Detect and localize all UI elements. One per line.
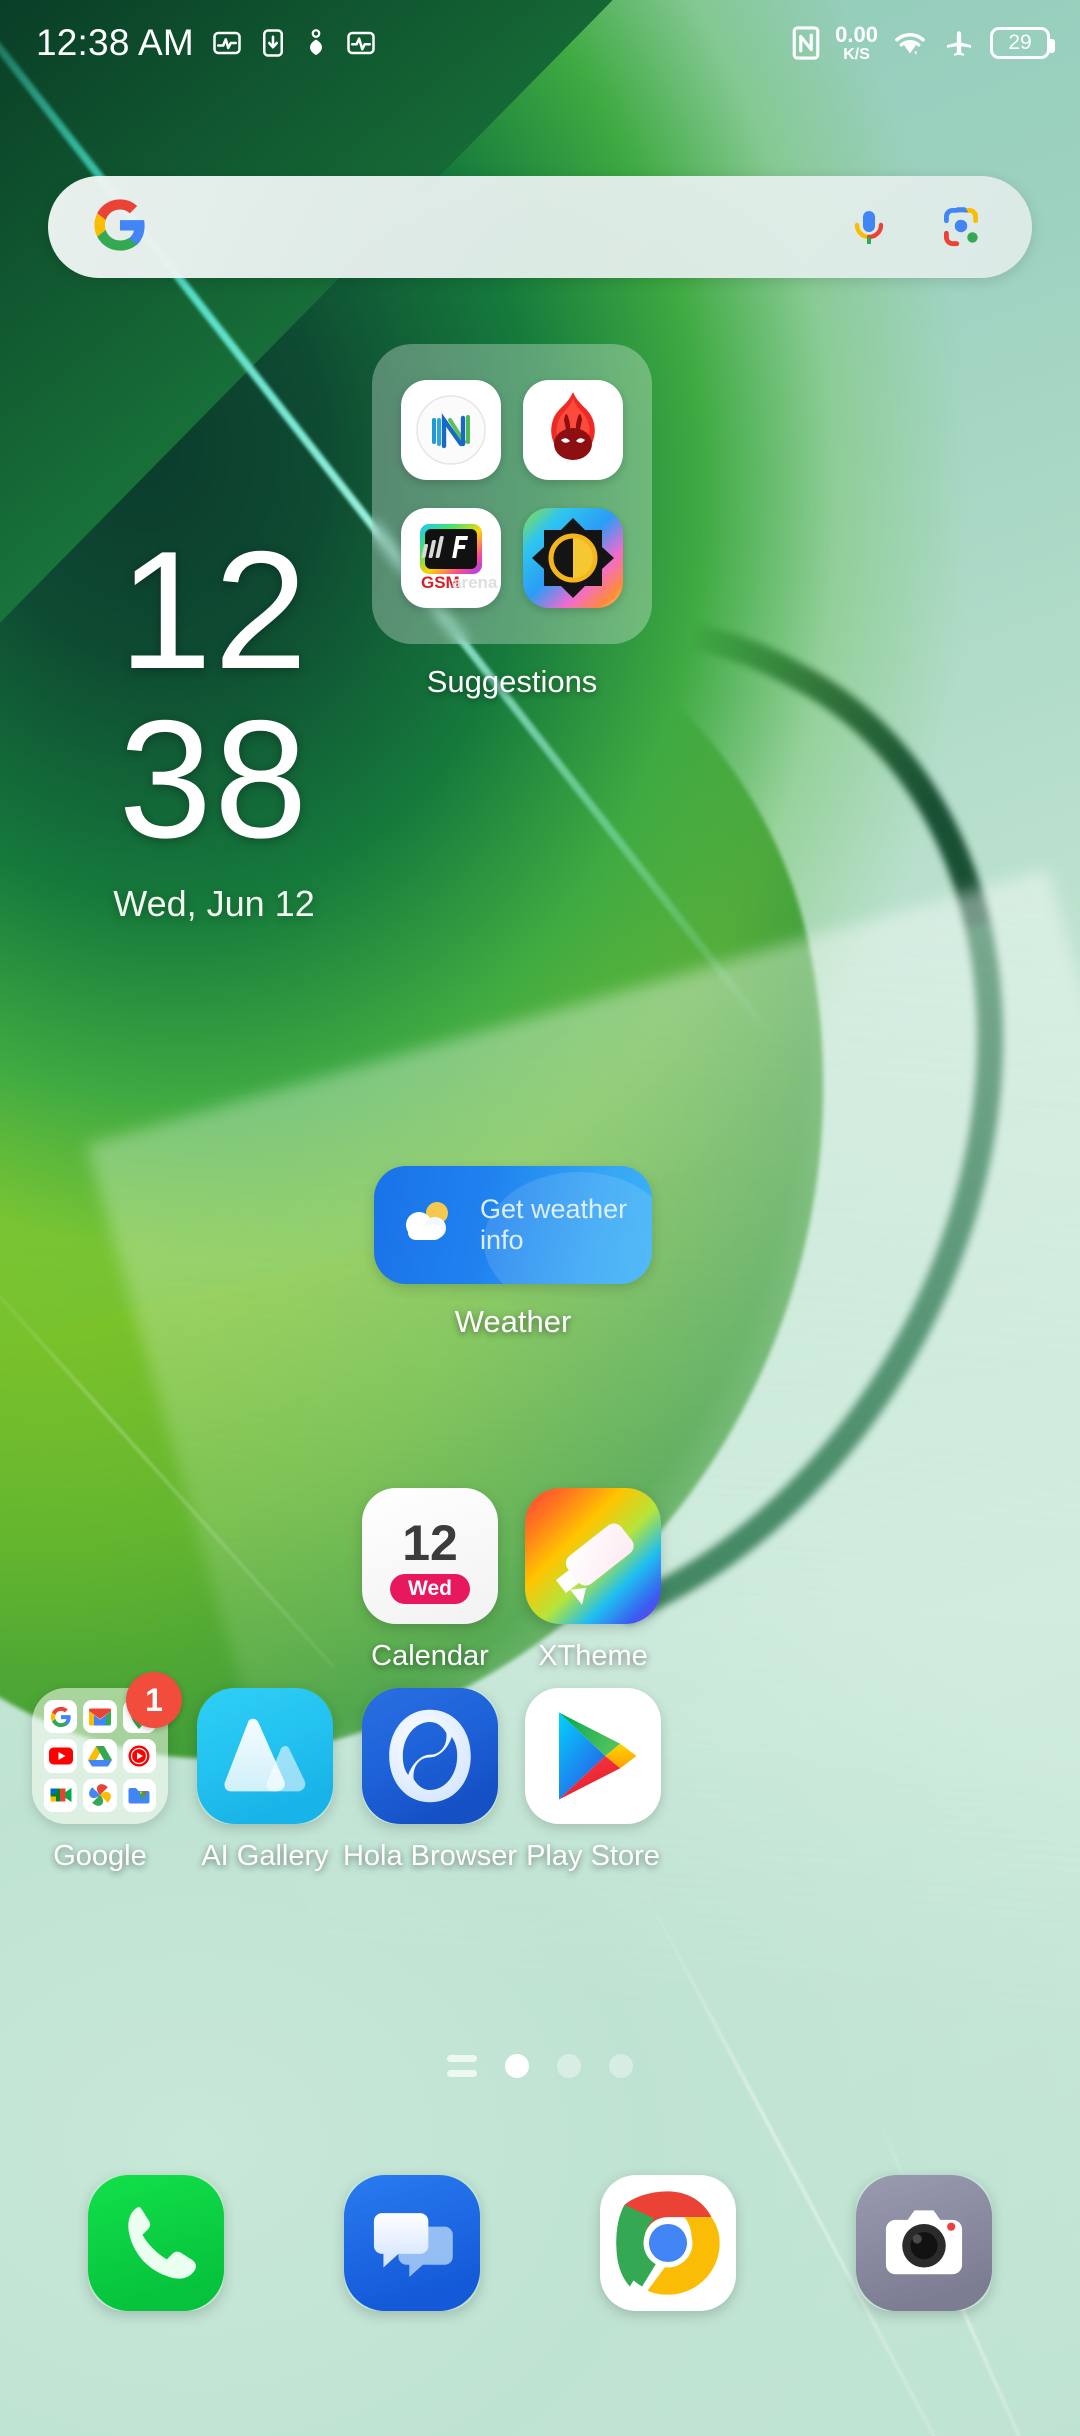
page-dot-1[interactable] — [505, 2054, 529, 2078]
chrome-icon[interactable] — [600, 2175, 736, 2311]
play-store-icon[interactable] — [525, 1688, 661, 1824]
phone-icon[interactable] — [88, 2175, 224, 2311]
google-search-bar[interactable] — [48, 176, 1032, 278]
suggestions-widget[interactable]: GSM arena Suggestions — [372, 344, 652, 700]
page-dot-2[interactable] — [557, 2054, 581, 2078]
wifi-icon — [895, 32, 925, 55]
status-bar: 12:38 AM 0.00 K/S 29 — [0, 0, 1080, 86]
ai-gallery-icon[interactable] — [197, 1688, 333, 1824]
network-speed-unit: K/S — [843, 45, 870, 63]
app-play-store[interactable]: Play Store — [493, 1688, 693, 1873]
clock-widget[interactable]: 12 38 Wed, Jun 12 — [84, 516, 344, 925]
calendar-day-name: Wed — [390, 1574, 470, 1604]
calendar-day-number: 12 — [402, 1515, 458, 1571]
heartbeat-icon — [309, 29, 322, 55]
suggestions-label: Suggestions — [426, 664, 598, 699]
antutu-benchmark-icon[interactable] — [523, 380, 623, 480]
clock-minutes: 38 — [118, 684, 310, 873]
meet-icon — [44, 1778, 78, 1812]
dock — [0, 2138, 1080, 2348]
airplane-mode-icon — [947, 31, 971, 56]
pulse-monitor-icon — [347, 31, 375, 55]
battery-level: 29 — [1008, 31, 1032, 54]
photos-icon — [83, 1778, 117, 1812]
xtheme-icon[interactable] — [525, 1488, 661, 1624]
nothing-n-app-icon[interactable] — [401, 380, 501, 480]
page-indicator[interactable] — [0, 2046, 1080, 2086]
camera-icon[interactable] — [856, 2175, 992, 2311]
google-g-icon — [92, 197, 148, 258]
weather-card[interactable]: Get weather info — [374, 1166, 652, 1284]
weather-widget[interactable]: Get weather info Weather — [374, 1166, 652, 1340]
app-xtheme[interactable]: XTheme — [493, 1488, 693, 1673]
network-speed-value: 0.00 — [835, 21, 878, 47]
google-lens-icon[interactable] — [932, 198, 990, 256]
google-search-icon — [44, 1700, 78, 1734]
youtube-music-icon — [122, 1739, 156, 1773]
brightness-control-icon[interactable] — [523, 508, 623, 608]
svg-text:arena: arena — [452, 573, 498, 592]
gmail-icon — [83, 1700, 117, 1734]
phone-download-icon — [262, 29, 283, 57]
weather-label: Weather — [454, 1304, 572, 1339]
page-dot-3[interactable] — [609, 2054, 633, 2078]
suggestions-card: GSM arena — [372, 344, 652, 644]
drive-icon — [83, 1739, 117, 1773]
files-icon — [122, 1778, 156, 1812]
nfc-icon — [792, 26, 820, 60]
gsmarena-icon[interactable]: GSM arena — [401, 508, 501, 608]
weather-cta-text: Get weather info — [480, 1194, 628, 1255]
clock-date: Wed, Jun 12 — [113, 883, 315, 925]
app-drawer-icon[interactable] — [447, 2055, 477, 2077]
clock-hours: 12 — [118, 516, 310, 704]
network-speed-indicator: 0.00 K/S — [835, 21, 878, 63]
app-label-play-store: Play Store — [526, 1840, 660, 1872]
calendar-icon[interactable]: 12 Wed — [362, 1488, 498, 1624]
microphone-icon[interactable] — [840, 198, 898, 256]
messages-icon[interactable] — [344, 2175, 480, 2311]
sun-behind-cloud-icon — [396, 1195, 462, 1256]
battery-indicator: 29 — [990, 27, 1055, 59]
hola-browser-icon[interactable] — [362, 1688, 498, 1824]
app-label-xtheme: XTheme — [538, 1640, 648, 1672]
status-bar-clock: 12:38 AM — [36, 22, 194, 63]
youtube-icon — [44, 1739, 78, 1773]
activity-monitor-icon — [213, 31, 241, 55]
